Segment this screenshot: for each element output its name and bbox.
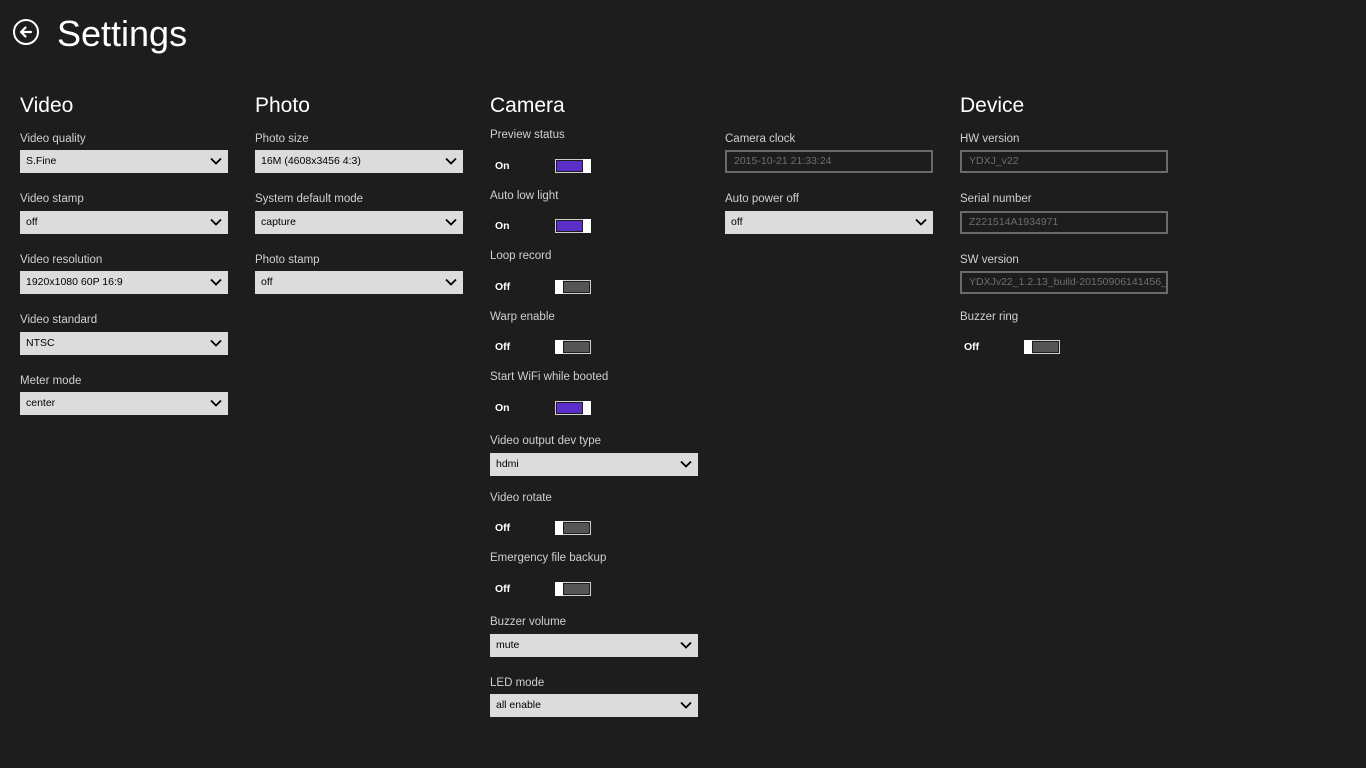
video-section-title: Video	[20, 94, 74, 117]
video-output-label: Video output dev type	[490, 435, 602, 447]
auto-power-off-label: Auto power off	[725, 193, 799, 205]
emergency-backup-toggle[interactable]	[555, 582, 591, 596]
video-rotate-toggle[interactable]	[555, 521, 591, 535]
auto-power-off-value: off	[731, 216, 743, 228]
system-default-mode-label: System default mode	[255, 193, 364, 205]
hw-version-field[interactable]: YDXJ_v22	[960, 150, 1168, 173]
auto-low-light-label: Auto low light	[490, 190, 559, 202]
meter-mode-value: center	[26, 397, 56, 409]
device-section-title: Device	[960, 94, 1025, 117]
video-resolution-value: 1920x1080 60P 16:9	[26, 276, 123, 288]
page-title: Settings	[57, 13, 188, 54]
emergency-backup-label: Emergency file backup	[490, 552, 607, 564]
photo-stamp-label: Photo stamp	[255, 254, 320, 266]
camera-clock-field[interactable]: 2015-10-21 21:33:24	[725, 150, 933, 173]
serial-number-field[interactable]: Z221514A1934971	[960, 211, 1168, 234]
buzzer-volume-value: mute	[496, 639, 520, 651]
chevron-down-icon	[445, 278, 457, 286]
sw-version-field[interactable]: YDXJv22_1.2.13_build-20150906141456_b	[960, 271, 1168, 294]
preview-status-label: Preview status	[490, 129, 565, 141]
back-button[interactable]	[13, 19, 39, 45]
photo-size-value: 16M (4608x3456 4:3)	[261, 155, 361, 167]
auto-low-light-toggle[interactable]	[555, 219, 591, 233]
chevron-down-icon	[210, 399, 222, 407]
video-resolution-select[interactable]: 1920x1080 60P 16:9	[20, 271, 228, 294]
chevron-down-icon	[680, 641, 692, 649]
video-stamp-label: Video stamp	[20, 193, 84, 205]
start-wifi-state: On	[495, 402, 510, 414]
led-mode-label: LED mode	[490, 677, 545, 689]
video-quality-select[interactable]: S.Fine	[20, 150, 228, 173]
video-output-value: hdmi	[496, 458, 519, 470]
video-standard-label: Video standard	[20, 314, 98, 326]
preview-status-state: On	[495, 160, 510, 172]
video-quality-label: Video quality	[20, 133, 86, 145]
video-standard-value: NTSC	[26, 337, 55, 349]
video-output-select[interactable]: hdmi	[490, 453, 698, 476]
video-stamp-value: off	[26, 216, 38, 228]
photo-stamp-value: off	[261, 276, 273, 288]
chevron-down-icon	[445, 157, 457, 165]
video-standard-select[interactable]: NTSC	[20, 332, 228, 355]
system-default-mode-select[interactable]: capture	[255, 211, 463, 234]
camera-clock-label: Camera clock	[725, 133, 796, 145]
buzzer-ring-label: Buzzer ring	[960, 311, 1019, 323]
start-wifi-label: Start WiFi while booted	[490, 371, 609, 383]
chevron-down-icon	[210, 157, 222, 165]
led-mode-select[interactable]: all enable	[490, 694, 698, 717]
serial-number-label: Serial number	[960, 193, 1032, 205]
loop-record-state: Off	[495, 281, 511, 293]
loop-record-label: Loop record	[490, 250, 552, 262]
video-quality-value: S.Fine	[26, 155, 57, 167]
sw-version-label: SW version	[960, 254, 1019, 266]
auto-low-light-state: On	[495, 220, 510, 232]
meter-mode-select[interactable]: center	[20, 392, 228, 415]
photo-section-title: Photo	[255, 94, 310, 117]
back-arrow-icon	[19, 26, 33, 38]
video-rotate-state: Off	[495, 522, 511, 534]
system-default-mode-value: capture	[261, 216, 297, 228]
warp-enable-toggle[interactable]	[555, 340, 591, 354]
camera-section-title: Camera	[490, 94, 565, 117]
start-wifi-toggle[interactable]	[555, 401, 591, 415]
photo-stamp-select[interactable]: off	[255, 271, 463, 294]
chevron-down-icon	[680, 460, 692, 468]
chevron-down-icon	[210, 218, 222, 226]
warp-enable-state: Off	[495, 341, 511, 353]
chevron-down-icon	[210, 278, 222, 286]
buzzer-ring-state: Off	[964, 341, 980, 353]
chevron-down-icon	[915, 218, 927, 226]
buzzer-ring-toggle[interactable]	[1024, 340, 1060, 354]
auto-power-off-select[interactable]: off	[725, 211, 933, 234]
video-rotate-label: Video rotate	[490, 492, 552, 504]
buzzer-volume-label: Buzzer volume	[490, 616, 567, 628]
photo-size-label: Photo size	[255, 133, 309, 145]
meter-mode-label: Meter mode	[20, 375, 82, 387]
video-resolution-label: Video resolution	[20, 254, 103, 266]
warp-enable-label: Warp enable	[490, 311, 555, 323]
buzzer-volume-select[interactable]: mute	[490, 634, 698, 657]
chevron-down-icon	[680, 701, 692, 709]
loop-record-toggle[interactable]	[555, 280, 591, 294]
chevron-down-icon	[445, 218, 457, 226]
chevron-down-icon	[210, 339, 222, 347]
led-mode-value: all enable	[496, 699, 541, 711]
preview-status-toggle[interactable]	[555, 159, 591, 173]
photo-size-select[interactable]: 16M (4608x3456 4:3)	[255, 150, 463, 173]
hw-version-label: HW version	[960, 133, 1020, 145]
video-stamp-select[interactable]: off	[20, 211, 228, 234]
emergency-backup-state: Off	[495, 583, 511, 595]
